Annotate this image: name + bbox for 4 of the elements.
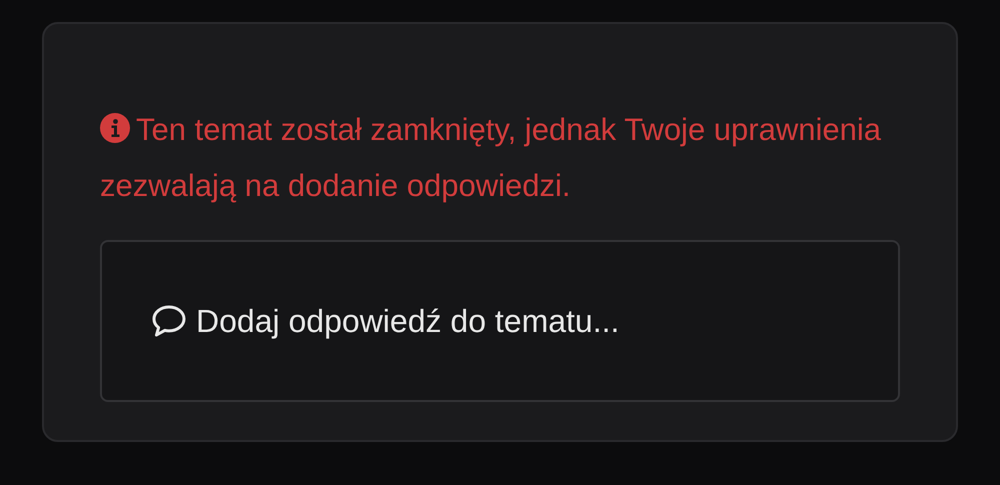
info-icon [100, 113, 130, 143]
closed-topic-notice: Ten temat został zamknięty, jednak Twoje uprawnienia zezwalają na dodanie odpowiedzi. [100, 111, 882, 205]
speech-bubble-icon [150, 303, 188, 339]
add-reply-button[interactable]: Dodaj odpowiedź do tematu... [100, 240, 900, 402]
